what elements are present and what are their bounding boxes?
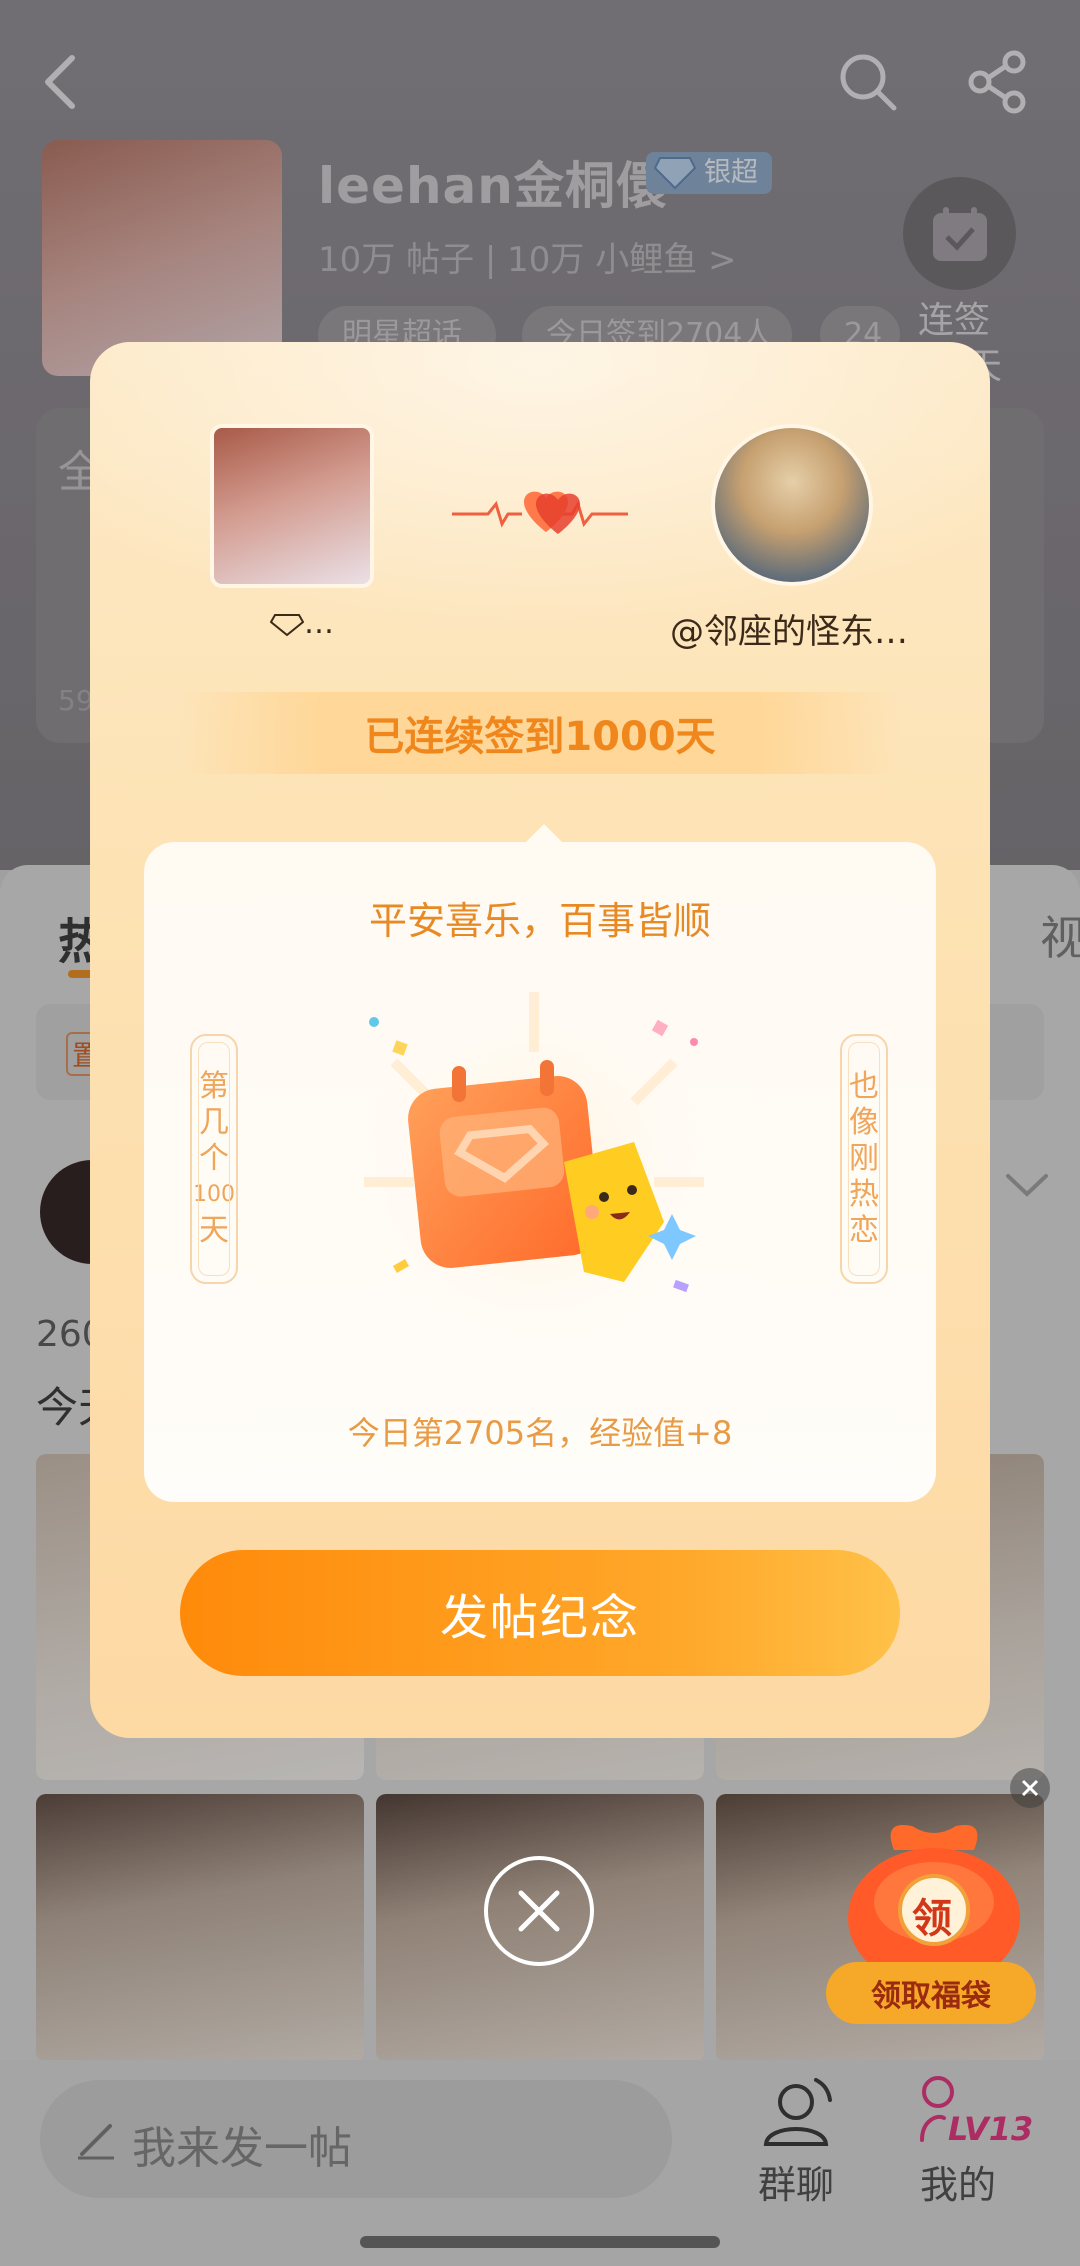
partner-name: @邻座的怪东… [670, 612, 908, 652]
post-commemorate-label: 发帖纪念 [439, 1590, 640, 1646]
reward-card: 平安喜乐，百事皆顺 第 几 个 100 天 也 像 刚 热 恋 今日第2705名… [144, 842, 936, 1502]
lucky-bag-close-icon[interactable] [1010, 1768, 1050, 1808]
checkin-modal: … @邻座的怪东… 已连续签到1000天 平安喜乐，百事皆顺 第 几 个 100… [90, 342, 990, 1738]
forum-avatar-small [210, 424, 374, 588]
blessing-text: 平安喜乐，百事皆顺 [368, 899, 711, 943]
left-vertical-text: 第 几 个 100 天 [190, 1034, 238, 1284]
close-modal-button[interactable] [484, 1856, 594, 1966]
user-name: … [269, 606, 334, 641]
streak-banner: 已连续签到1000天 [180, 692, 900, 774]
diamond-icon [269, 613, 305, 636]
close-icon [518, 1890, 560, 1932]
lucky-bag-button[interactable]: 领取福袋 [826, 1962, 1036, 2024]
home-indicator[interactable] [360, 2236, 720, 2248]
post-commemorate-button[interactable]: 发帖纪念 [180, 1550, 900, 1676]
celebration-calendar-mascot-icon [334, 982, 734, 1352]
heartbeat-heart-icon [452, 482, 628, 550]
right-vertical-text: 也 像 刚 热 恋 [840, 1034, 888, 1284]
lucky-bag-char: 领 [912, 1896, 952, 1942]
partner-avatar[interactable] [711, 424, 873, 586]
streak-text: 已连续签到1000天 [364, 714, 716, 760]
card-pointer [524, 824, 564, 844]
rank-text: 今日第2705名，经验值+8 [347, 1414, 733, 1452]
